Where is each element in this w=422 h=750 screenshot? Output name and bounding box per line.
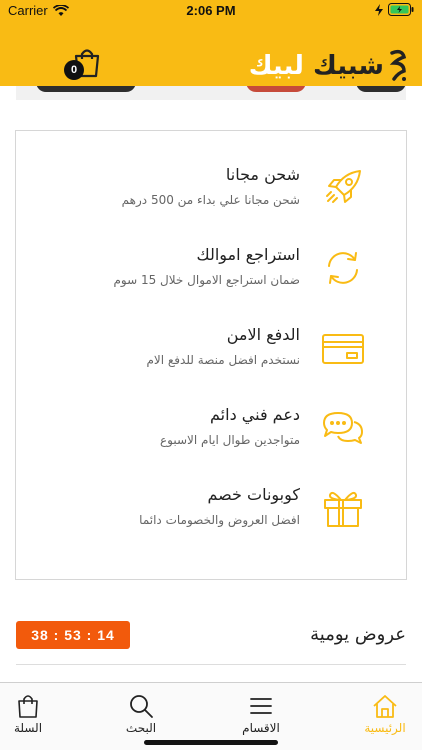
feature-title: شحن مجانا [225,165,300,184]
logo-word-1: شبيك [312,51,385,81]
tab-cart[interactable]: السلة [0,683,78,743]
feature-coupons: كوبونات خصم افضل العروض والخصومات دائما [14,473,406,553]
divider [16,664,406,665]
home-indicator [144,740,278,745]
feature-subtitle: متواجدين طوال ايام الاسبوع [160,433,300,447]
home-icon [373,695,397,718]
tab-label: الرئيسية [364,721,406,735]
menu-icon [250,698,272,714]
banner-image[interactable] [16,86,406,100]
status-bar: Carrier 2:06 PM [0,0,422,22]
tab-categories[interactable]: الاقسام [211,683,311,743]
cart-count-badge: 0 [64,60,84,80]
feature-support: دعم فني دائم متواجدين طوال ايام الاسبوع [14,393,406,473]
app-logo[interactable]: شبيك لبيك [249,46,408,86]
logo-word-2: لبيك [248,51,305,81]
logo-mark-icon [389,49,407,81]
feature-money-back: استراجع اموالك ضمان استراجع الاموال خلال… [14,233,406,313]
rocket-icon [326,170,361,203]
status-time: 2:06 PM [186,3,236,18]
feature-free-shipping: شحن مجانا شحن مجانا علي بداء من 500 درهم [14,153,406,233]
feature-title: كوبونات خصم [207,485,301,504]
shoe-image-2 [246,86,306,92]
search-icon [130,695,153,718]
charging-icon [375,3,383,16]
tab-label: السلة [13,721,43,735]
feature-subtitle: ضمان استراجع الاموال خلال 15 سوم [113,273,300,287]
tab-home[interactable]: الرئيسية [335,683,422,743]
feature-subtitle: افضل العروض والخصومات دائما [139,513,300,527]
feature-title: دعم فني دائم [210,405,300,424]
gift-icon [324,491,362,527]
battery-icon [388,3,414,16]
shopping-bag-icon [18,695,38,718]
feature-subtitle: نستخدم افضل منصة للدفع الام [146,353,300,367]
daily-deals-title: عروض يومية [310,624,406,645]
feature-secure-payment: الدفع الامن نستخدم افضل منصة للدفع الام [14,313,406,393]
chat-bubbles-icon [323,412,363,444]
feature-subtitle: شحن مجانا علي بداء من 500 درهم [121,193,300,207]
feature-title: الدفع الامن [226,325,300,344]
tab-label: البحث [125,721,157,735]
shoe-image-1 [36,86,136,92]
tab-search[interactable]: البحث [91,683,191,743]
countdown-timer: 38 : 53 : 14 [16,621,130,649]
credit-card-icon [322,334,364,364]
refresh-icon [328,252,358,284]
features-card: شحن مجانا شحن مجانا علي بداء من 500 درهم… [15,130,407,580]
status-right [374,3,414,16]
tab-label: الاقسام [242,721,280,735]
shoe-image-3 [356,86,406,92]
feature-title: استراجع اموالك [196,245,300,264]
app-header: 0 شبيك لبيك [0,22,422,86]
header-cart-button[interactable]: 0 [64,46,104,80]
logo-text: شبيك لبيك [248,51,385,81]
